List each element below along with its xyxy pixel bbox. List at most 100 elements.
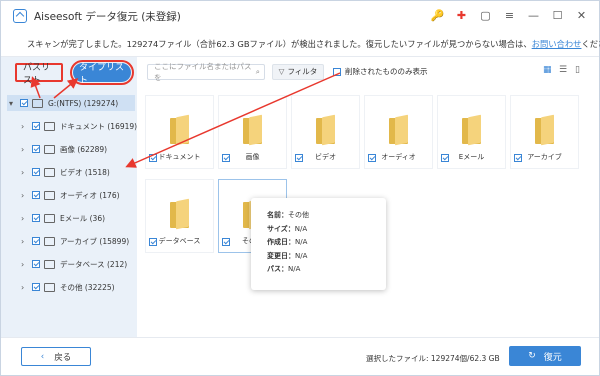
- grid-view-icon[interactable]: ▦: [543, 66, 552, 75]
- tree-item-other[interactable]: › その他 (32225): [21, 279, 115, 295]
- info-row-modified: 変更日：N/A: [267, 250, 386, 264]
- info-label: パス：: [267, 265, 288, 274]
- video-icon: [44, 167, 55, 177]
- info-row-created: 作成日：N/A: [267, 236, 386, 250]
- chevron-right-icon[interactable]: ›: [21, 191, 29, 200]
- chevron-right-icon[interactable]: ›: [21, 260, 29, 269]
- info-value: N/A: [295, 251, 308, 260]
- grid-item-video[interactable]: ビデオ: [291, 95, 360, 169]
- grid-item-label: オーディオ: [381, 153, 416, 161]
- tab-type-list[interactable]: タイプリスト: [70, 60, 134, 86]
- grid-item-archive[interactable]: アーカイブ: [510, 95, 579, 169]
- tree-item-audio[interactable]: › オーディオ (176): [21, 187, 120, 203]
- feedback-icon[interactable]: ▢: [478, 8, 493, 23]
- drive-icon: [32, 98, 43, 108]
- register-key-icon[interactable]: 🔑: [430, 8, 445, 23]
- chevron-right-icon[interactable]: ›: [21, 283, 29, 292]
- audio-icon: [44, 190, 55, 200]
- contact-link[interactable]: お問い合わせ: [532, 39, 582, 49]
- grid-item-label: ビデオ: [315, 153, 336, 161]
- minimize-icon[interactable]: —: [526, 8, 541, 23]
- search-input[interactable]: ここにファイル名またはパスを ⌕: [147, 62, 265, 82]
- grid-item-label: データベース: [158, 237, 201, 245]
- grid-item-label: Eメール: [458, 153, 485, 161]
- folder-icon: [170, 114, 189, 146]
- grid-item-document[interactable]: ドキュメント: [145, 95, 214, 169]
- sidebar: パスリスト タイプリスト ▾ G:(NTFS) (129274) › ドキュメン…: [1, 57, 137, 337]
- grid-item-email[interactable]: Eメール: [437, 95, 506, 169]
- tab-path-list[interactable]: パスリスト: [15, 63, 63, 86]
- restore-label: 復元: [543, 352, 562, 363]
- tree-item-label: その他 (32225): [60, 282, 115, 292]
- tree-item-checkbox[interactable]: [32, 168, 40, 176]
- tree-item-video[interactable]: › ビデオ (1518): [21, 164, 110, 180]
- close-icon[interactable]: ✕: [574, 8, 589, 23]
- grid-item-label: ドキュメント: [158, 153, 201, 161]
- deleted-only-toggle[interactable]: 削除されたもののみ表示: [333, 66, 428, 77]
- tree-item-email[interactable]: › Eメール (36): [21, 210, 105, 226]
- database-icon: [44, 259, 55, 269]
- info-value: N/A: [294, 224, 308, 233]
- info-label: 作成日：: [267, 238, 295, 247]
- filter-label: フィルタ: [287, 67, 318, 76]
- restore-button[interactable]: ↻ 復元: [509, 346, 581, 366]
- app-title: Aiseesoft データ復元 (未登録): [34, 10, 181, 23]
- folder-icon: [462, 114, 481, 146]
- cart-icon[interactable]: ✚: [454, 8, 469, 23]
- tree-item-checkbox[interactable]: [32, 191, 40, 199]
- chevron-left-icon: ‹: [40, 351, 45, 362]
- image-icon: [44, 144, 55, 154]
- tree-item-checkbox[interactable]: [32, 214, 40, 222]
- grid-item-image[interactable]: 画像: [218, 95, 287, 169]
- filter-button[interactable]: ▽ フィルタ: [272, 63, 324, 80]
- chevron-right-icon[interactable]: ›: [21, 145, 29, 154]
- list-tabs: パスリスト タイプリスト: [15, 60, 134, 86]
- grid-item-audio[interactable]: オーディオ: [364, 95, 433, 169]
- toolbar: ここにファイル名またはパスを ⌕ ▽ フィルタ 削除されたもののみ表示: [147, 62, 428, 82]
- info-value: その他: [288, 211, 309, 219]
- back-button[interactable]: ‹ 戻る: [21, 347, 91, 366]
- tree-item-checkbox[interactable]: [32, 122, 40, 130]
- tree-item-label: オーディオ (176): [60, 190, 120, 200]
- info-row-path: パス：N/A: [267, 263, 386, 277]
- tree-root-label: G:(NTFS) (129274): [48, 98, 119, 108]
- chevron-right-icon[interactable]: ›: [21, 122, 29, 131]
- tree-item-checkbox[interactable]: [32, 260, 40, 268]
- deleted-only-label: 削除されたもののみ表示: [345, 67, 428, 76]
- detail-view-icon[interactable]: ▯: [575, 66, 584, 75]
- tree-item-label: Eメール (36): [60, 213, 106, 223]
- grid-item-label: 画像: [245, 153, 260, 161]
- tree-item-archive[interactable]: › アーカイブ (15899): [21, 233, 129, 249]
- tree-root-checkbox[interactable]: [20, 99, 28, 107]
- maximize-icon[interactable]: ☐: [550, 8, 565, 23]
- chevron-right-icon[interactable]: ›: [21, 168, 29, 177]
- tree-item-checkbox[interactable]: [32, 237, 40, 245]
- tree-item-database[interactable]: › データベース (212): [21, 256, 127, 272]
- info-row-size: サイズ：N/A: [267, 223, 386, 237]
- deleted-only-checkbox[interactable]: [333, 67, 341, 76]
- grid-item-database[interactable]: データベース: [145, 179, 214, 253]
- tree-item-label: 画像 (62289): [60, 144, 108, 154]
- chevron-down-icon[interactable]: ▾: [9, 99, 17, 108]
- view-mode-buttons: ▦ ☰ ▯: [543, 66, 584, 75]
- menu-icon[interactable]: ≡: [502, 8, 517, 23]
- tree-item-document[interactable]: › ドキュメント (16919): [21, 118, 137, 134]
- chevron-right-icon[interactable]: ›: [21, 214, 29, 223]
- scan-notice-text: スキャンが完了しました。129274ファイル（合計62.3 GBファイル）が検出…: [27, 38, 600, 50]
- chevron-right-icon[interactable]: ›: [21, 237, 29, 246]
- list-view-icon[interactable]: ☰: [559, 66, 568, 75]
- folder-icon: [389, 114, 408, 146]
- info-value: N/A: [295, 238, 308, 247]
- app-window: Aiseesoft データ復元 (未登録) 🔑 ✚ ▢ ≡ — ☐ ✕ スキャン…: [0, 0, 600, 376]
- info-label: サイズ：: [267, 224, 295, 233]
- tree-item-checkbox[interactable]: [32, 145, 40, 153]
- notice-tail: ください。: [581, 38, 600, 49]
- grid-item-label: アーカイブ: [527, 153, 562, 161]
- tree-item-image[interactable]: › 画像 (62289): [21, 141, 107, 157]
- tree-root-drive[interactable]: ▾ G:(NTFS) (129274): [7, 95, 135, 111]
- search-icon[interactable]: ⌕: [256, 67, 260, 77]
- folder-icon: [535, 114, 554, 146]
- document-icon: [44, 121, 55, 131]
- back-label: 戻る: [54, 352, 72, 363]
- tree-item-checkbox[interactable]: [32, 283, 40, 291]
